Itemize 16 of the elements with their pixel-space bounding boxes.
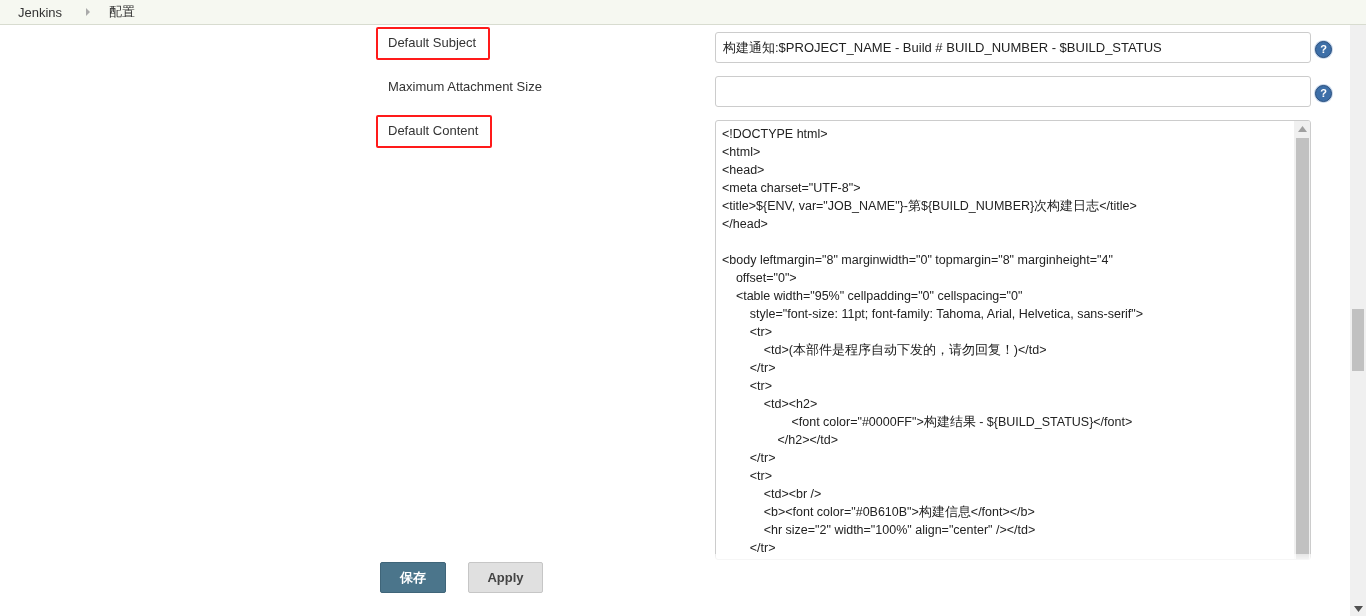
help-icon[interactable]: ? <box>1315 40 1332 58</box>
help-icon[interactable]: ? <box>1315 84 1332 102</box>
scrollbar-thumb[interactable] <box>1352 309 1364 371</box>
chevron-icon <box>85 8 92 16</box>
scroll-down-icon[interactable] <box>1354 606 1363 612</box>
field-label: Maximum Attachment Size <box>387 78 543 96</box>
page-scrollbar[interactable] <box>1350 25 1366 616</box>
text-field[interactable] <box>715 76 1311 107</box>
field-label: Default Content <box>376 115 493 148</box>
save-button[interactable]: 保存 <box>380 562 446 593</box>
apply-button[interactable]: Apply <box>468 562 543 593</box>
field-label: Default Subject <box>376 27 491 60</box>
text-field[interactable]: 构建通知:$PROJECT_NAME - Build # BUILD_NUMBER - $BUILD_STATUS <box>715 32 1311 63</box>
breadcrumb-link[interactable]: Jenkins <box>18 4 63 20</box>
scroll-up-icon[interactable] <box>1297 126 1307 132</box>
breadcrumb-link[interactable]: 配置 <box>109 3 136 21</box>
